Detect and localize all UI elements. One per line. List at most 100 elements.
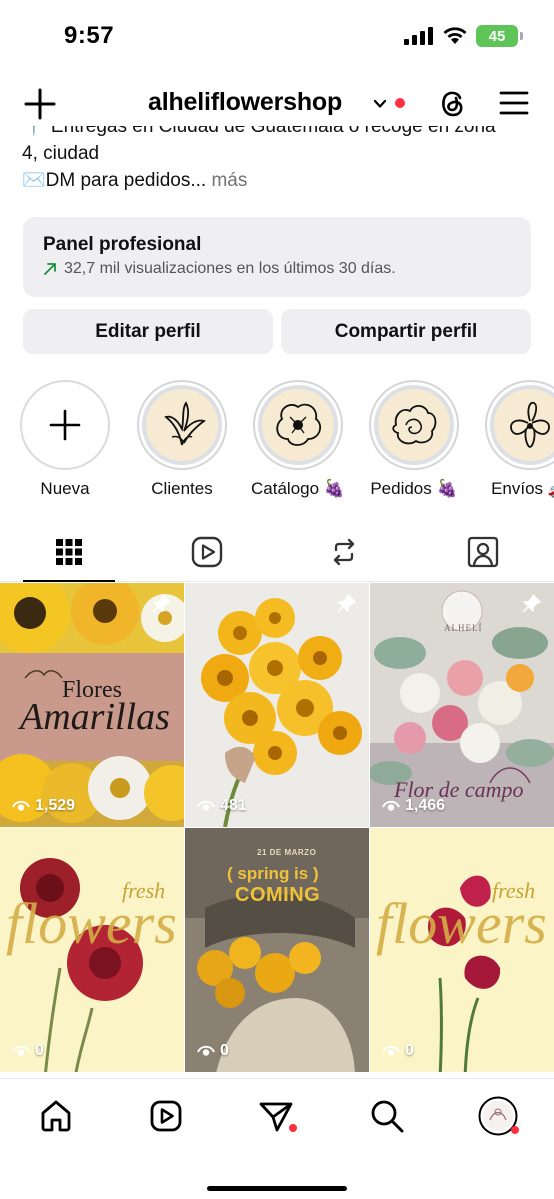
nav-messages[interactable] [256,1096,297,1136]
status-bar: 9:57 45 [0,0,554,72]
views-icon [197,1045,215,1056]
add-plus-icon [49,409,81,441]
nav-profile[interactable] [478,1096,519,1136]
reels-icon [150,1100,182,1132]
status-time: 9:57 [64,22,115,49]
nav-search[interactable] [367,1096,407,1136]
panel-title: Panel profesional [43,234,202,255]
nav-reels[interactable] [146,1096,186,1136]
post-views-count: 0 [35,1042,44,1059]
create-plus-icon[interactable] [22,86,58,122]
post-views: 0 [12,1042,44,1060]
highlight-ring [369,380,459,470]
post-script-big: flowers [376,891,547,956]
search-icon [371,1100,404,1133]
post-views-count: 1,529 [35,797,76,814]
notification-dot [395,98,405,108]
tab-reposts[interactable] [324,532,364,572]
highlight-cover [490,385,554,465]
lily-drawing-icon [164,401,206,446]
orchid-drawing-icon [510,401,550,448]
post-views-count: 1,466 [405,797,446,814]
tab-grid[interactable] [49,532,89,572]
highlight-label: Envíos 🚚 [491,479,554,498]
highlight-label: Catálogo 🍇 [251,479,345,498]
poppy-drawing-icon [276,403,322,446]
highlight-new-circle [20,380,110,470]
pin-icon [522,594,541,613]
post-brand: ALHELÍ [444,623,483,633]
notification-dot [289,1124,297,1132]
bio-cut-line: 📍 Entregas en Ciudad de Guatemala o reco… [22,126,496,137]
post-script-big: flowers [6,891,177,956]
highlight-envios[interactable]: Envíos 🚚 [482,380,554,499]
battery-indicator: 45 [476,25,523,47]
profile-tabs [0,522,554,582]
grid-icon [56,539,82,565]
tagged-icon [467,536,499,568]
post-views: 0 [382,1042,414,1060]
views-icon [12,1045,30,1056]
edit-profile-button[interactable]: Editar perfil [23,309,273,354]
bio-line-2: ✉️DM para pedidos... más [22,167,542,194]
post-2-image [185,583,369,827]
post-views-count: 0 [405,1042,414,1059]
post-line-2: COMING [235,884,321,906]
post-views-count: 0 [220,1042,229,1059]
professional-dashboard[interactable]: Panel profesional 32,7 mil visualizacion… [23,217,531,297]
home-icon [41,1100,71,1132]
tab-reels[interactable] [187,532,227,572]
highlight-cover [374,385,454,465]
panel-stats: 32,7 mil visualizaciones en los últimos … [64,260,396,277]
views-icon [382,800,400,811]
highlight-catalogo[interactable]: Catálogo 🍇 [250,380,346,499]
tab-tagged[interactable] [463,532,503,572]
highlight-cover [142,385,222,465]
share-profile-button[interactable]: Compartir perfil [281,309,531,354]
post-views: 1,466 [382,797,445,815]
bio-line-1: 4, ciudad [22,143,100,164]
post-tile[interactable]: 481 [185,583,369,827]
profile-bio: 📍 Entregas en Ciudad de Guatemala o reco… [22,126,542,194]
profile-header: alheliflowershop [0,78,554,130]
trend-up-icon [44,263,56,275]
highlight-new[interactable]: Nueva [17,380,113,499]
highlight-ring [253,380,343,470]
highlight-clientes[interactable]: Clientes [134,380,230,499]
bio-more-link[interactable]: más [206,170,247,191]
post-tile[interactable]: fresh flowers 0 [0,828,184,1072]
post-tile[interactable]: ALHELÍ Flor de campo 1,466 [370,583,554,827]
post-views: 1,529 [12,797,75,815]
highlight-ring [137,380,227,470]
threads-icon[interactable] [434,85,470,121]
account-username[interactable]: alheliflowershop [148,88,342,117]
post-line-1: ( spring is ) [227,864,319,883]
highlight-ring [485,380,554,470]
views-icon [382,1045,400,1056]
chevron-down-icon[interactable] [372,96,388,112]
cellular-signal-icon [404,27,433,45]
post-views: 0 [197,1042,229,1060]
highlight-label: Nueva [40,479,90,498]
panel-subtitle: 32,7 mil visualizaciones en los últimos … [43,260,511,278]
reels-icon [191,536,223,568]
post-tile[interactable]: Flores Amarillas 1,529 [0,583,184,827]
reposts-icon [333,538,355,566]
posts-grid: Flores Amarillas 1,529 481 ALHELÍ Flor d… [0,583,554,1078]
highlight-pedidos[interactable]: Pedidos 🍇 [366,380,462,499]
pin-icon [337,594,356,613]
nav-home[interactable] [36,1096,76,1136]
pin-icon [152,594,171,613]
story-highlights: Nueva Clientes Catálogo 🍇 Pedidos 🍇 Enví… [0,380,554,500]
home-indicator [207,1186,347,1191]
bottom-navigation [0,1078,554,1199]
post-tile[interactable]: fresh flowers 0 [370,828,554,1072]
post-tile[interactable]: 21 DE MARZO ( spring is ) COMING 0 [185,828,369,1072]
menu-icon[interactable] [498,88,530,118]
highlight-label: Pedidos 🍇 [370,479,458,498]
highlight-cover [258,385,338,465]
views-icon [12,800,30,811]
active-tab-indicator [23,580,115,582]
post-views-count: 481 [220,797,247,814]
post-date: 21 DE MARZO [257,848,317,857]
